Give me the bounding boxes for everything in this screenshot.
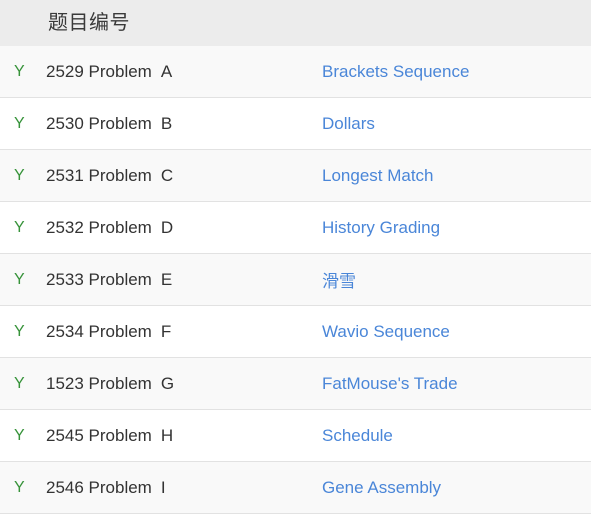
problem-letter-label: F — [160, 321, 172, 341]
problem-id-label: 2533 Problem — [46, 269, 152, 289]
cell-solved-flag: Y — [0, 305, 46, 358]
cell-problem-title: Brackets Sequence — [320, 46, 591, 98]
solved-check-icon: Y — [14, 166, 25, 184]
cell-solved-flag: Y — [0, 149, 46, 202]
problem-id-label: 2546 Problem — [46, 477, 152, 497]
cell-solved-flag: Y — [0, 253, 46, 306]
cell-problem-title: Longest Match — [320, 149, 591, 202]
cell-problem-title: Schedule — [320, 409, 591, 462]
cell-problem-id: 2529 Problem A — [46, 46, 320, 98]
problem-letter-label: H — [160, 425, 174, 445]
cell-solved-flag: Y — [0, 201, 46, 254]
table-row[interactable]: Y 2534 Problem F Wavio Sequence — [0, 305, 591, 358]
table-row[interactable]: Y 2529 Problem A Brackets Sequence — [0, 46, 591, 98]
problem-list-table-head: 题目编号 — [0, 0, 591, 46]
problem-letter-label: E — [160, 269, 173, 289]
problem-letter-label: I — [160, 477, 166, 497]
cell-problem-id: 2546 Problem I — [46, 461, 320, 514]
cell-solved-flag: Y — [0, 46, 46, 98]
problem-id-label: 2534 Problem — [46, 321, 152, 341]
cell-problem-title: FatMouse's Trade — [320, 357, 591, 410]
solved-check-icon: Y — [14, 374, 25, 392]
problem-id-label: 2529 Problem — [46, 61, 152, 81]
problem-id-label: 1523 Problem — [46, 373, 152, 393]
solved-check-icon: Y — [14, 114, 25, 132]
cell-problem-title: History Grading — [320, 201, 591, 254]
problem-title-link[interactable]: Gene Assembly — [320, 478, 441, 498]
cell-problem-id: 2545 Problem H — [46, 409, 320, 462]
cell-problem-id: 1523 Problem G — [46, 357, 320, 410]
table-row[interactable]: Y 2545 Problem H Schedule — [0, 409, 591, 462]
table-row[interactable]: Y 2546 Problem I Gene Assembly — [0, 461, 591, 514]
cell-solved-flag: Y — [0, 97, 46, 150]
table-row[interactable]: Y 2531 Problem C Longest Match — [0, 149, 591, 202]
problem-id-label: 2530 Problem — [46, 113, 152, 133]
cell-problem-id: 2530 Problem B — [46, 97, 320, 150]
solved-check-icon: Y — [14, 426, 25, 444]
problem-title-link[interactable]: Longest Match — [320, 166, 434, 186]
problem-id-label: 2532 Problem — [46, 217, 152, 237]
cell-problem-id: 2534 Problem F — [46, 305, 320, 358]
cell-solved-flag: Y — [0, 409, 46, 462]
solved-check-icon: Y — [14, 62, 25, 80]
problem-title-link[interactable]: 滑雪 — [320, 267, 356, 292]
cell-solved-flag: Y — [0, 461, 46, 514]
column-header-problem-title — [320, 0, 591, 46]
problem-title-link[interactable]: FatMouse's Trade — [320, 374, 458, 394]
table-row[interactable]: Y 1523 Problem G FatMouse's Trade — [0, 357, 591, 410]
problem-letter-label: G — [160, 373, 175, 393]
problem-letter-label: A — [160, 61, 173, 81]
problem-letter-label: D — [160, 217, 174, 237]
problem-letter-label: C — [160, 165, 174, 185]
cell-problem-title: Wavio Sequence — [320, 305, 591, 358]
problem-title-link[interactable]: Schedule — [320, 426, 393, 446]
table-row[interactable]: Y 2533 Problem E 滑雪 — [0, 253, 591, 306]
cell-problem-id: 2531 Problem C — [46, 149, 320, 202]
solved-check-icon: Y — [14, 218, 25, 236]
problem-id-label: 2531 Problem — [46, 165, 152, 185]
problem-title-link[interactable]: Dollars — [320, 114, 375, 134]
table-header-row: 题目编号 — [0, 0, 591, 46]
problem-title-link[interactable]: Brackets Sequence — [320, 62, 469, 82]
problem-title-link[interactable]: History Grading — [320, 218, 440, 238]
cell-problem-id: 2532 Problem D — [46, 201, 320, 254]
column-header-problem-id-label: 题目编号 — [48, 12, 130, 34]
column-header-problem-id: 题目编号 — [46, 0, 320, 46]
problem-list-table: 题目编号 Y 2529 Problem A Brackets Sequence Y 253… — [0, 0, 591, 514]
problem-title-link[interactable]: Wavio Sequence — [320, 322, 450, 342]
cell-problem-title: 滑雪 — [320, 253, 591, 306]
table-row[interactable]: Y 2530 Problem B Dollars — [0, 97, 591, 150]
problem-id-label: 2545 Problem — [46, 425, 152, 445]
cell-problem-title: Gene Assembly — [320, 461, 591, 514]
problem-letter-label: B — [160, 113, 173, 133]
cell-problem-id: 2533 Problem E — [46, 253, 320, 306]
solved-check-icon: Y — [14, 322, 25, 340]
table-row[interactable]: Y 2532 Problem D History Grading — [0, 201, 591, 254]
cell-problem-title: Dollars — [320, 97, 591, 150]
solved-check-icon: Y — [14, 270, 25, 288]
column-header-solved-flag — [0, 0, 46, 46]
cell-solved-flag: Y — [0, 357, 46, 410]
solved-check-icon: Y — [14, 478, 25, 496]
problem-list-table-body: Y 2529 Problem A Brackets Sequence Y 2530 Pro… — [0, 46, 591, 514]
